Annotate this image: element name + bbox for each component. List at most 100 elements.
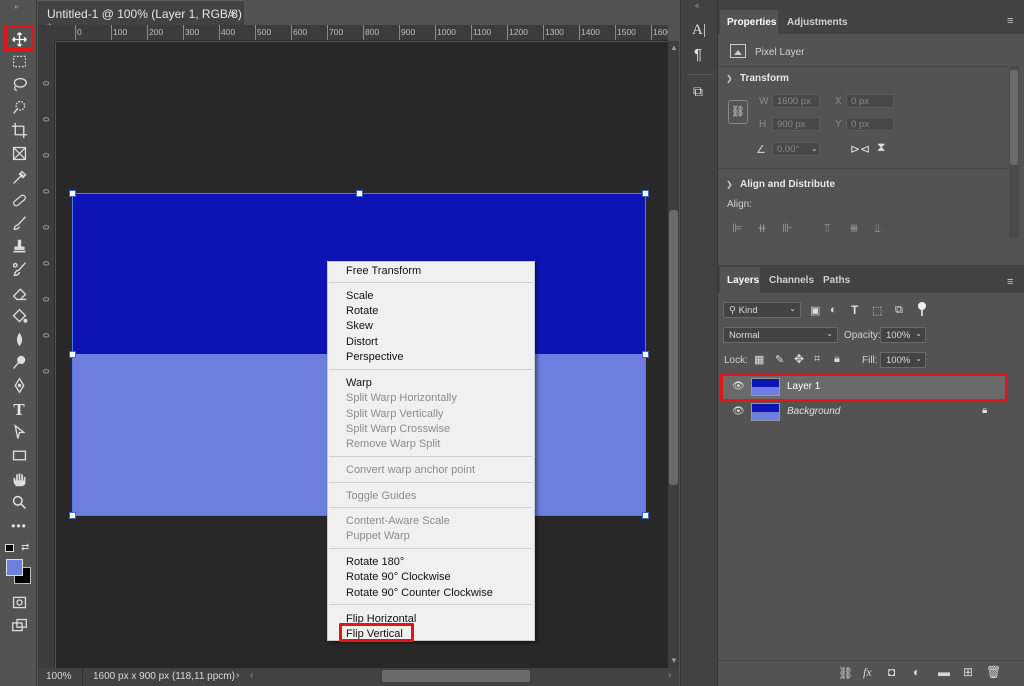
foreground-color-swatch[interactable] (6, 559, 23, 576)
tab-paths[interactable]: Paths (823, 275, 850, 286)
horizontal-scroll-thumb[interactable] (382, 670, 530, 682)
lock-image-icon[interactable]: ✎ (775, 353, 784, 366)
delete-layer-icon[interactable]: 🗑︎ (986, 665, 1001, 679)
fx-icon[interactable]: fx (863, 665, 872, 680)
zoom-tool-icon[interactable] (6, 491, 32, 513)
lock-all-icon[interactable]: 🔒︎ (834, 353, 840, 366)
crop-tool-icon[interactable] (6, 119, 32, 141)
tab-properties[interactable]: Properties (727, 17, 776, 28)
menu-item-rotate[interactable]: Rotate (346, 305, 378, 317)
document-info[interactable]: 1600 px x 900 px (118,11 ppcm) (93, 671, 235, 682)
eraser-tool-icon[interactable] (6, 282, 32, 304)
align-bottom-icon[interactable]: ⫫ (874, 221, 881, 236)
filter-smart-object-icon[interactable]: ⧉ (895, 304, 903, 317)
menu-item-skew[interactable]: Skew (346, 320, 373, 332)
rectangle-tool-icon[interactable] (6, 444, 32, 466)
eyedropper-tool-icon[interactable] (6, 166, 32, 188)
tab-channels[interactable]: Channels (769, 275, 814, 286)
filter-type-icon[interactable]: T (851, 303, 858, 317)
paint-bucket-tool-icon[interactable] (6, 305, 32, 327)
menu-item-rotate-180[interactable]: Rotate 180° (346, 556, 404, 568)
marquee-tool-icon[interactable] (6, 50, 32, 72)
menu-item-free-transform[interactable]: Free Transform (346, 265, 421, 277)
lock-position-icon[interactable]: ✥ (794, 352, 804, 366)
align-vcenter-icon[interactable]: ⧻ (849, 221, 859, 235)
scroll-up-icon[interactable]: ▲ (670, 43, 678, 52)
collapse-toolbar-icon[interactable]: » (14, 2, 18, 11)
new-group-icon[interactable]: ▬ (938, 665, 950, 679)
type-tool-icon[interactable]: T (6, 398, 32, 420)
close-tab-icon[interactable]: × (229, 7, 236, 21)
transform-handle-middle-right[interactable] (642, 351, 649, 358)
transform-handle-bottom-right[interactable] (642, 512, 649, 519)
screen-mode-icon[interactable] (6, 614, 32, 636)
align-section-title[interactable]: Align and Distribute (740, 179, 835, 190)
dodge-tool-icon[interactable] (6, 351, 32, 373)
scroll-left-icon[interactable]: ‹ (250, 670, 253, 681)
character-panel-icon[interactable]: A| (692, 22, 706, 39)
healing-brush-tool-icon[interactable] (6, 189, 32, 211)
document-tab[interactable]: Untitled-1 @ 100% (Layer 1, RGB/8) * × (38, 0, 244, 35)
transform-handle-bottom-left[interactable] (69, 512, 76, 519)
menu-item-rotate-90-ccw[interactable]: Rotate 90° Counter Clockwise (346, 587, 493, 599)
layer-name[interactable]: Background (787, 406, 840, 417)
collapse-dock-icon[interactable]: « (695, 1, 699, 10)
tab-adjustments[interactable]: Adjustments (787, 17, 848, 28)
layer-filter-dropdown[interactable]: ⚲ Kind ⌄ (723, 302, 801, 318)
link-layers-icon[interactable]: ⛓ (838, 666, 853, 680)
default-colors-icon[interactable] (5, 544, 14, 552)
menu-item-rotate-90-cw[interactable]: Rotate 90° Clockwise (346, 571, 451, 583)
pen-tool-icon[interactable] (6, 374, 32, 396)
filter-toggle-icon[interactable] (918, 302, 926, 310)
transform-section-title[interactable]: Transform (740, 73, 789, 84)
flip-vertical-icon[interactable]: ⧗ (877, 140, 885, 155)
add-mask-icon[interactable]: ◘ (888, 665, 895, 679)
history-panel-icon[interactable]: ⧉ (693, 83, 703, 100)
transform-handle-top-left[interactable] (69, 190, 76, 197)
menu-item-scale[interactable]: Scale (346, 290, 374, 302)
hand-tool-icon[interactable] (6, 468, 32, 490)
align-right-icon[interactable]: ⊪ (782, 221, 792, 235)
quick-select-tool-icon[interactable] (6, 96, 32, 118)
clone-stamp-tool-icon[interactable] (6, 235, 32, 257)
width-field[interactable]: 1600 px (772, 94, 820, 108)
brush-tool-icon[interactable] (6, 212, 32, 234)
paragraph-panel-icon[interactable]: ¶ (694, 46, 702, 63)
align-hcenter-icon[interactable]: ⧺ (757, 221, 767, 235)
swap-colors-icon[interactable]: ⇄ (21, 542, 29, 553)
filter-adjustment-icon[interactable]: ◐ (830, 304, 837, 316)
frame-tool-icon[interactable] (6, 142, 32, 164)
transform-chevron-icon[interactable]: ❯ (726, 74, 733, 83)
align-top-icon[interactable]: ⫪ (824, 221, 831, 236)
y-field[interactable]: 0 px (846, 117, 894, 131)
more-tools-icon[interactable]: ••• (6, 515, 32, 537)
visibility-eye-icon[interactable]: 👁︎ (732, 406, 745, 418)
zoom-level[interactable]: 100% (46, 671, 72, 682)
scroll-right-icon[interactable]: › (668, 670, 671, 681)
path-select-tool-icon[interactable] (6, 421, 32, 443)
flip-horizontal-icon[interactable]: ⊳⊲ (850, 142, 870, 156)
layers-menu-icon[interactable]: ≡ (1007, 276, 1013, 288)
transform-handle-middle-left[interactable] (69, 351, 76, 358)
scroll-down-icon[interactable]: ▼ (670, 656, 678, 665)
blur-tool-icon[interactable] (6, 328, 32, 350)
status-menu-icon[interactable]: › (236, 670, 239, 681)
blend-mode-dropdown[interactable]: Normal ⌄ (723, 327, 838, 343)
menu-item-warp[interactable]: Warp (346, 377, 372, 389)
align-chevron-icon[interactable]: ❯ (726, 180, 733, 189)
filter-pixel-icon[interactable]: ▣ (810, 304, 820, 317)
vertical-scroll-thumb[interactable] (669, 210, 678, 485)
properties-scroll-thumb[interactable] (1010, 70, 1018, 165)
lasso-tool-icon[interactable] (6, 73, 32, 95)
quick-mask-icon[interactable] (6, 591, 32, 613)
opacity-field[interactable]: 100% ⌄ (880, 327, 926, 343)
lock-transparent-icon[interactable]: ▦ (754, 353, 764, 366)
link-dimensions-icon[interactable]: ⛓ (728, 100, 748, 124)
lock-artboard-icon[interactable]: ⌗ (814, 353, 820, 366)
filter-shape-icon[interactable]: ⬚ (872, 304, 882, 317)
tab-layers[interactable]: Layers (727, 275, 759, 286)
angle-dropdown-icon[interactable]: ⌄ (811, 144, 818, 153)
transform-handle-top-right[interactable] (642, 190, 649, 197)
history-brush-tool-icon[interactable] (6, 258, 32, 280)
panel-menu-icon[interactable]: ≡ (1007, 15, 1013, 27)
